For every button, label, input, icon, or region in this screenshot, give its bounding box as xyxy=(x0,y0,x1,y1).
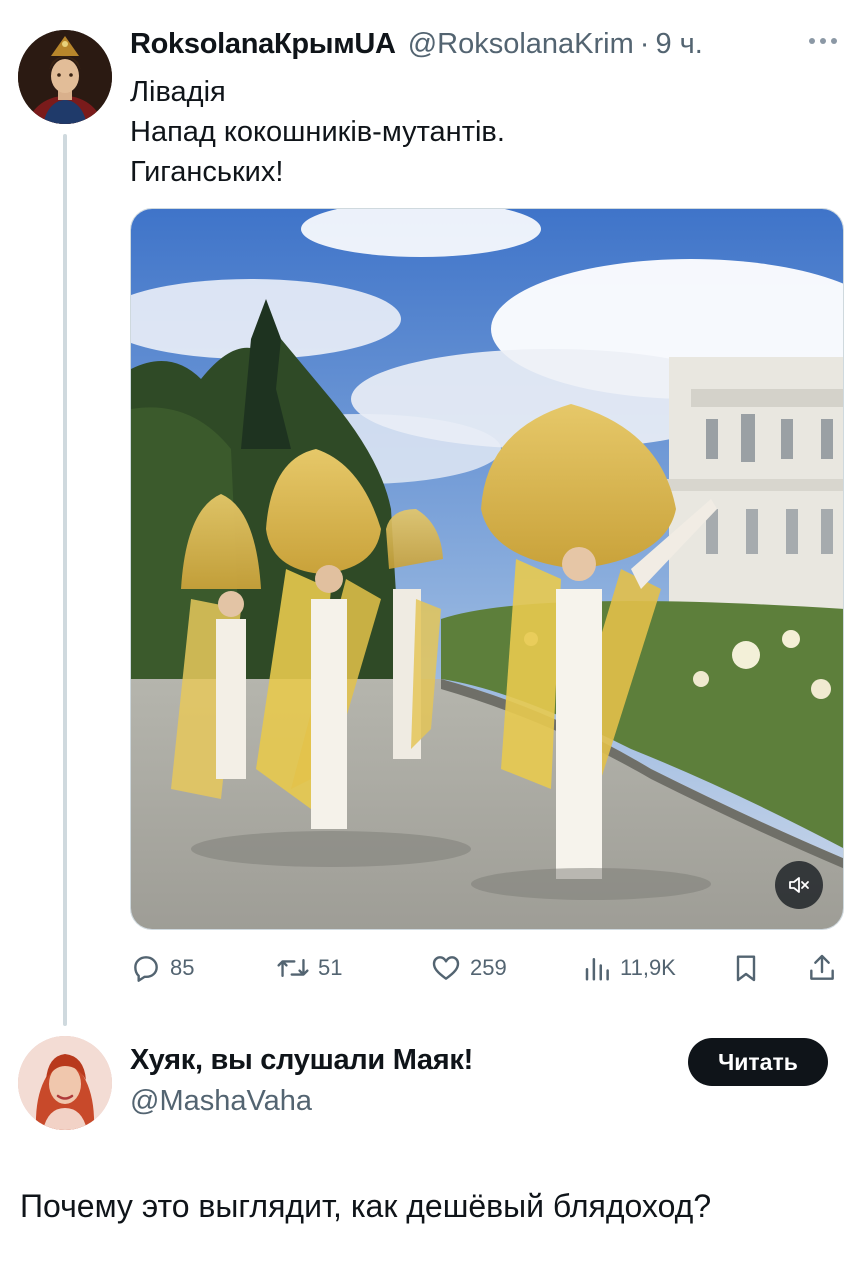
portrait-image xyxy=(18,30,112,124)
tweet-video[interactable] xyxy=(130,208,844,930)
quote-author-avatar[interactable] xyxy=(18,1036,112,1130)
more-icon xyxy=(809,38,837,44)
tweet-actions-bar: 85 51 259 11,9K xyxy=(130,946,842,990)
views-button[interactable]: 11,9K xyxy=(582,946,676,990)
reply-count: 85 xyxy=(170,955,195,980)
like-button[interactable]: 259 xyxy=(430,946,507,990)
retweet-icon xyxy=(277,958,309,978)
author-avatar[interactable] xyxy=(18,30,112,124)
tweet-header: RoksolanaКрымUA @RoksolanaKrim · 9 ч. xyxy=(130,28,703,68)
reply-icon xyxy=(134,956,158,982)
follow-button[interactable]: Читать xyxy=(688,1038,828,1086)
mute-icon xyxy=(789,877,809,893)
tweet-line: Лівадія xyxy=(130,76,226,108)
quote-author-name[interactable]: Хуяк, вы слушали Маяк! xyxy=(130,1044,473,1077)
header-separator: · xyxy=(639,28,650,60)
post-text: Почему это выглядит, как дешёвый блядохо… xyxy=(20,1188,712,1224)
like-count: 259 xyxy=(470,955,507,980)
more-options-button[interactable] xyxy=(806,26,840,56)
profile-photo-image xyxy=(18,1036,112,1130)
bookmark-icon xyxy=(736,955,756,982)
tweet-timestamp[interactable]: 9 ч. xyxy=(655,28,702,61)
bookmark-button[interactable] xyxy=(730,946,762,990)
quote-author-handle[interactable]: @MashaVaha xyxy=(130,1085,312,1118)
retweet-button[interactable]: 51 xyxy=(276,946,342,990)
video-frame-image xyxy=(131,209,843,929)
tweet-body: Лівадія Напад кокошників-мутантів. Гиган… xyxy=(130,72,505,192)
tweet-line: Гиганських! xyxy=(130,156,284,188)
share-button[interactable] xyxy=(806,946,838,990)
author-display-name[interactable]: RoksolanaКрымUA xyxy=(130,28,396,61)
mute-toggle-button[interactable] xyxy=(775,861,823,909)
tweet-line: Напад кокошників-мутантів. xyxy=(130,116,505,148)
author-handle[interactable]: @RoksolanaKrim xyxy=(408,28,634,61)
heart-icon xyxy=(432,956,460,980)
reply-button[interactable]: 85 xyxy=(130,946,194,990)
share-icon xyxy=(810,954,834,980)
view-count: 11,9K xyxy=(620,955,676,980)
views-icon xyxy=(585,958,609,981)
retweet-count: 51 xyxy=(318,955,343,980)
thread-connector-line xyxy=(63,134,67,1026)
